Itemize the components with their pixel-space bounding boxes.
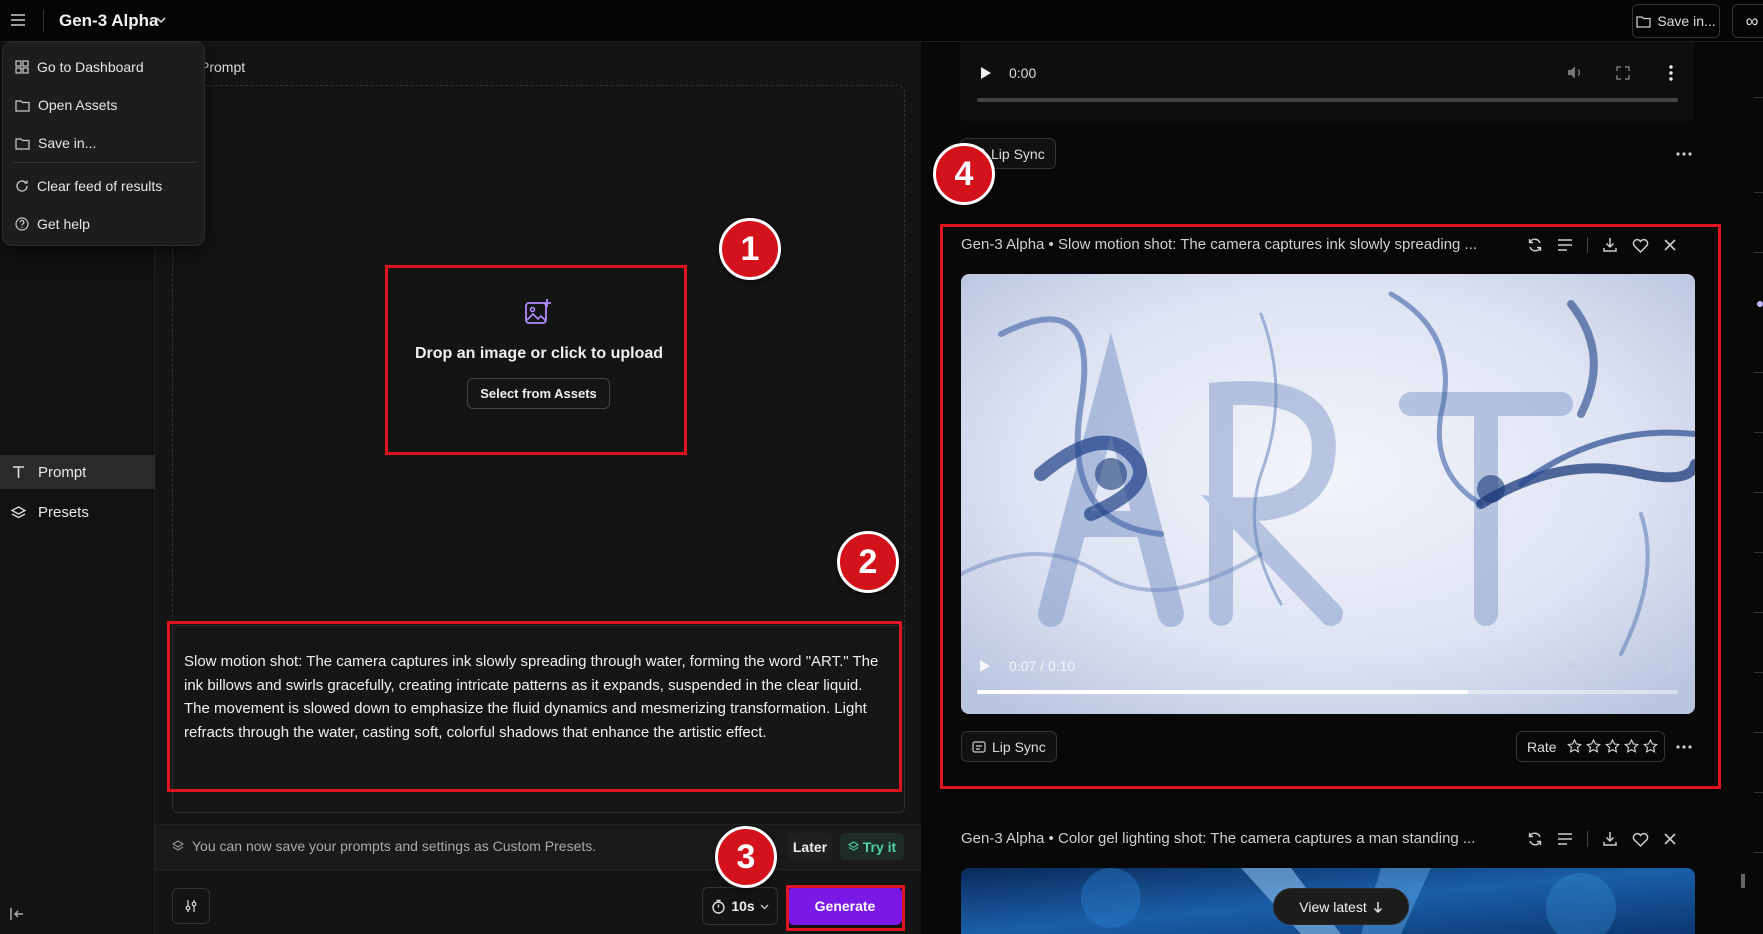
menu-item-label: Open Assets	[38, 97, 118, 113]
view-latest-label: View latest	[1299, 898, 1367, 915]
layers-icon	[172, 840, 184, 852]
later-button[interactable]: Later	[788, 833, 832, 860]
hamburger-icon[interactable]	[10, 13, 26, 27]
infinity-icon: ∞	[1745, 10, 1759, 31]
annotation-box-generate	[786, 885, 905, 931]
annotation-box-prompt	[167, 621, 902, 792]
sidebar-item-prompt[interactable]: Prompt	[0, 455, 155, 489]
more-vertical-icon[interactable]	[1669, 65, 1673, 81]
infinity-button[interactable]: ∞	[1732, 4, 1763, 38]
settings-button[interactable]	[172, 888, 210, 924]
arrow-down-icon	[1373, 901, 1383, 913]
menu-item-label: Clear feed of results	[37, 178, 163, 194]
sidebar-item-label: Presets	[38, 503, 89, 521]
timeline-scroll-rail[interactable]	[1740, 42, 1763, 934]
annotation-badge-4: 4	[933, 143, 995, 205]
top-bar	[0, 0, 1763, 42]
duration-select[interactable]: 10s	[702, 887, 778, 925]
presets-info-text: You can now save your prompts and settin…	[192, 838, 597, 854]
menu-item-dashboard[interactable]: Go to Dashboard	[3, 50, 204, 84]
menu-item-clear-feed[interactable]: Clear feed of results	[3, 169, 204, 203]
menu-divider	[13, 162, 196, 163]
timer-icon	[711, 899, 726, 914]
menu-item-get-help[interactable]: Get help	[3, 207, 204, 241]
play-icon[interactable]	[980, 66, 992, 80]
download-icon[interactable]	[1602, 831, 1618, 847]
annotation-badge-2: 2	[837, 531, 899, 593]
menu-item-label: Save in...	[38, 135, 97, 151]
annotation-badge-3: 3	[715, 826, 777, 888]
grid-icon	[15, 60, 29, 74]
sliders-icon	[184, 899, 198, 913]
regenerate-icon[interactable]	[1527, 831, 1543, 847]
app-title[interactable]: Gen-3 Alpha	[59, 11, 159, 31]
previous-video-player[interactable]	[960, 42, 1694, 121]
menu-item-save-in[interactable]: Save in...	[3, 126, 204, 160]
save-in-button[interactable]: Save in...	[1632, 4, 1720, 38]
sidebar-item-label: Prompt	[38, 463, 87, 481]
lip-sync-label: Lip Sync	[991, 145, 1045, 162]
card-title: Gen-3 Alpha • Color gel lighting shot: T…	[961, 830, 1476, 847]
fullscreen-icon[interactable]	[1616, 66, 1630, 80]
prompt-heading: Prompt	[200, 59, 246, 75]
video-progress-track[interactable]	[977, 98, 1678, 102]
collapse-sidebar-icon[interactable]	[9, 907, 25, 921]
menu-item-label: Get help	[37, 216, 90, 232]
main-menu: Go to Dashboard Open Assets Save in... C…	[2, 41, 205, 246]
refresh-icon	[15, 179, 29, 193]
annotation-badge-1: 1	[719, 218, 781, 280]
card-actions	[1527, 831, 1677, 847]
details-icon[interactable]	[1557, 832, 1573, 846]
more-horizontal-icon[interactable]	[1676, 152, 1692, 156]
folder-icon	[15, 99, 30, 112]
annotation-box-upload	[385, 265, 687, 455]
volume-icon[interactable]	[1567, 65, 1584, 80]
folder-icon	[15, 137, 30, 150]
layers-icon	[11, 505, 26, 520]
text-icon	[11, 465, 26, 480]
try-it-label: Try it	[862, 838, 897, 855]
folder-icon	[1636, 15, 1651, 28]
layers-icon	[847, 841, 859, 852]
menu-item-open-assets[interactable]: Open Assets	[3, 88, 204, 122]
try-it-button[interactable]: Try it	[840, 833, 904, 860]
view-latest-button[interactable]: View latest	[1273, 888, 1409, 925]
annotation-box-result	[940, 224, 1721, 789]
chevron-down-icon	[760, 903, 769, 910]
video-time: 0:00	[1009, 65, 1037, 81]
action-divider	[1587, 831, 1588, 847]
chevron-down-icon[interactable]	[155, 15, 167, 25]
duration-label: 10s	[731, 898, 755, 914]
top-divider	[43, 10, 44, 32]
close-icon[interactable]	[1663, 832, 1677, 846]
save-in-label: Save in...	[1657, 13, 1716, 29]
heart-icon[interactable]	[1632, 832, 1649, 847]
menu-item-label: Go to Dashboard	[37, 59, 144, 75]
sidebar-item-presets[interactable]: Presets	[0, 495, 155, 529]
help-circle-icon	[15, 217, 29, 231]
